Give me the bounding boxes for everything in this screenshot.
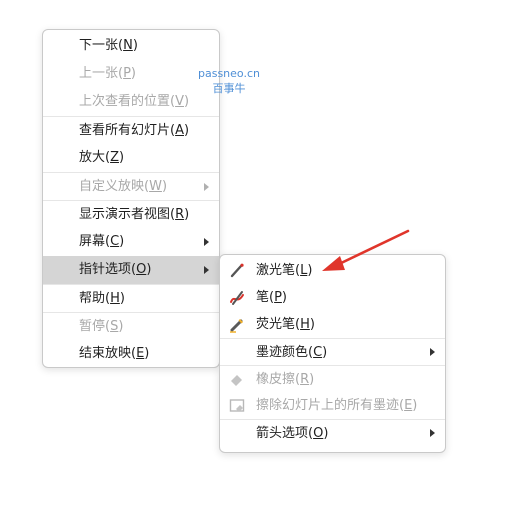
annotation-arrow-icon xyxy=(322,229,410,271)
screen: 下一张(N) 上一张(P) 上次查看的位置(V) 查看所有幻灯片(A) 放大(Z… xyxy=(0,0,531,510)
